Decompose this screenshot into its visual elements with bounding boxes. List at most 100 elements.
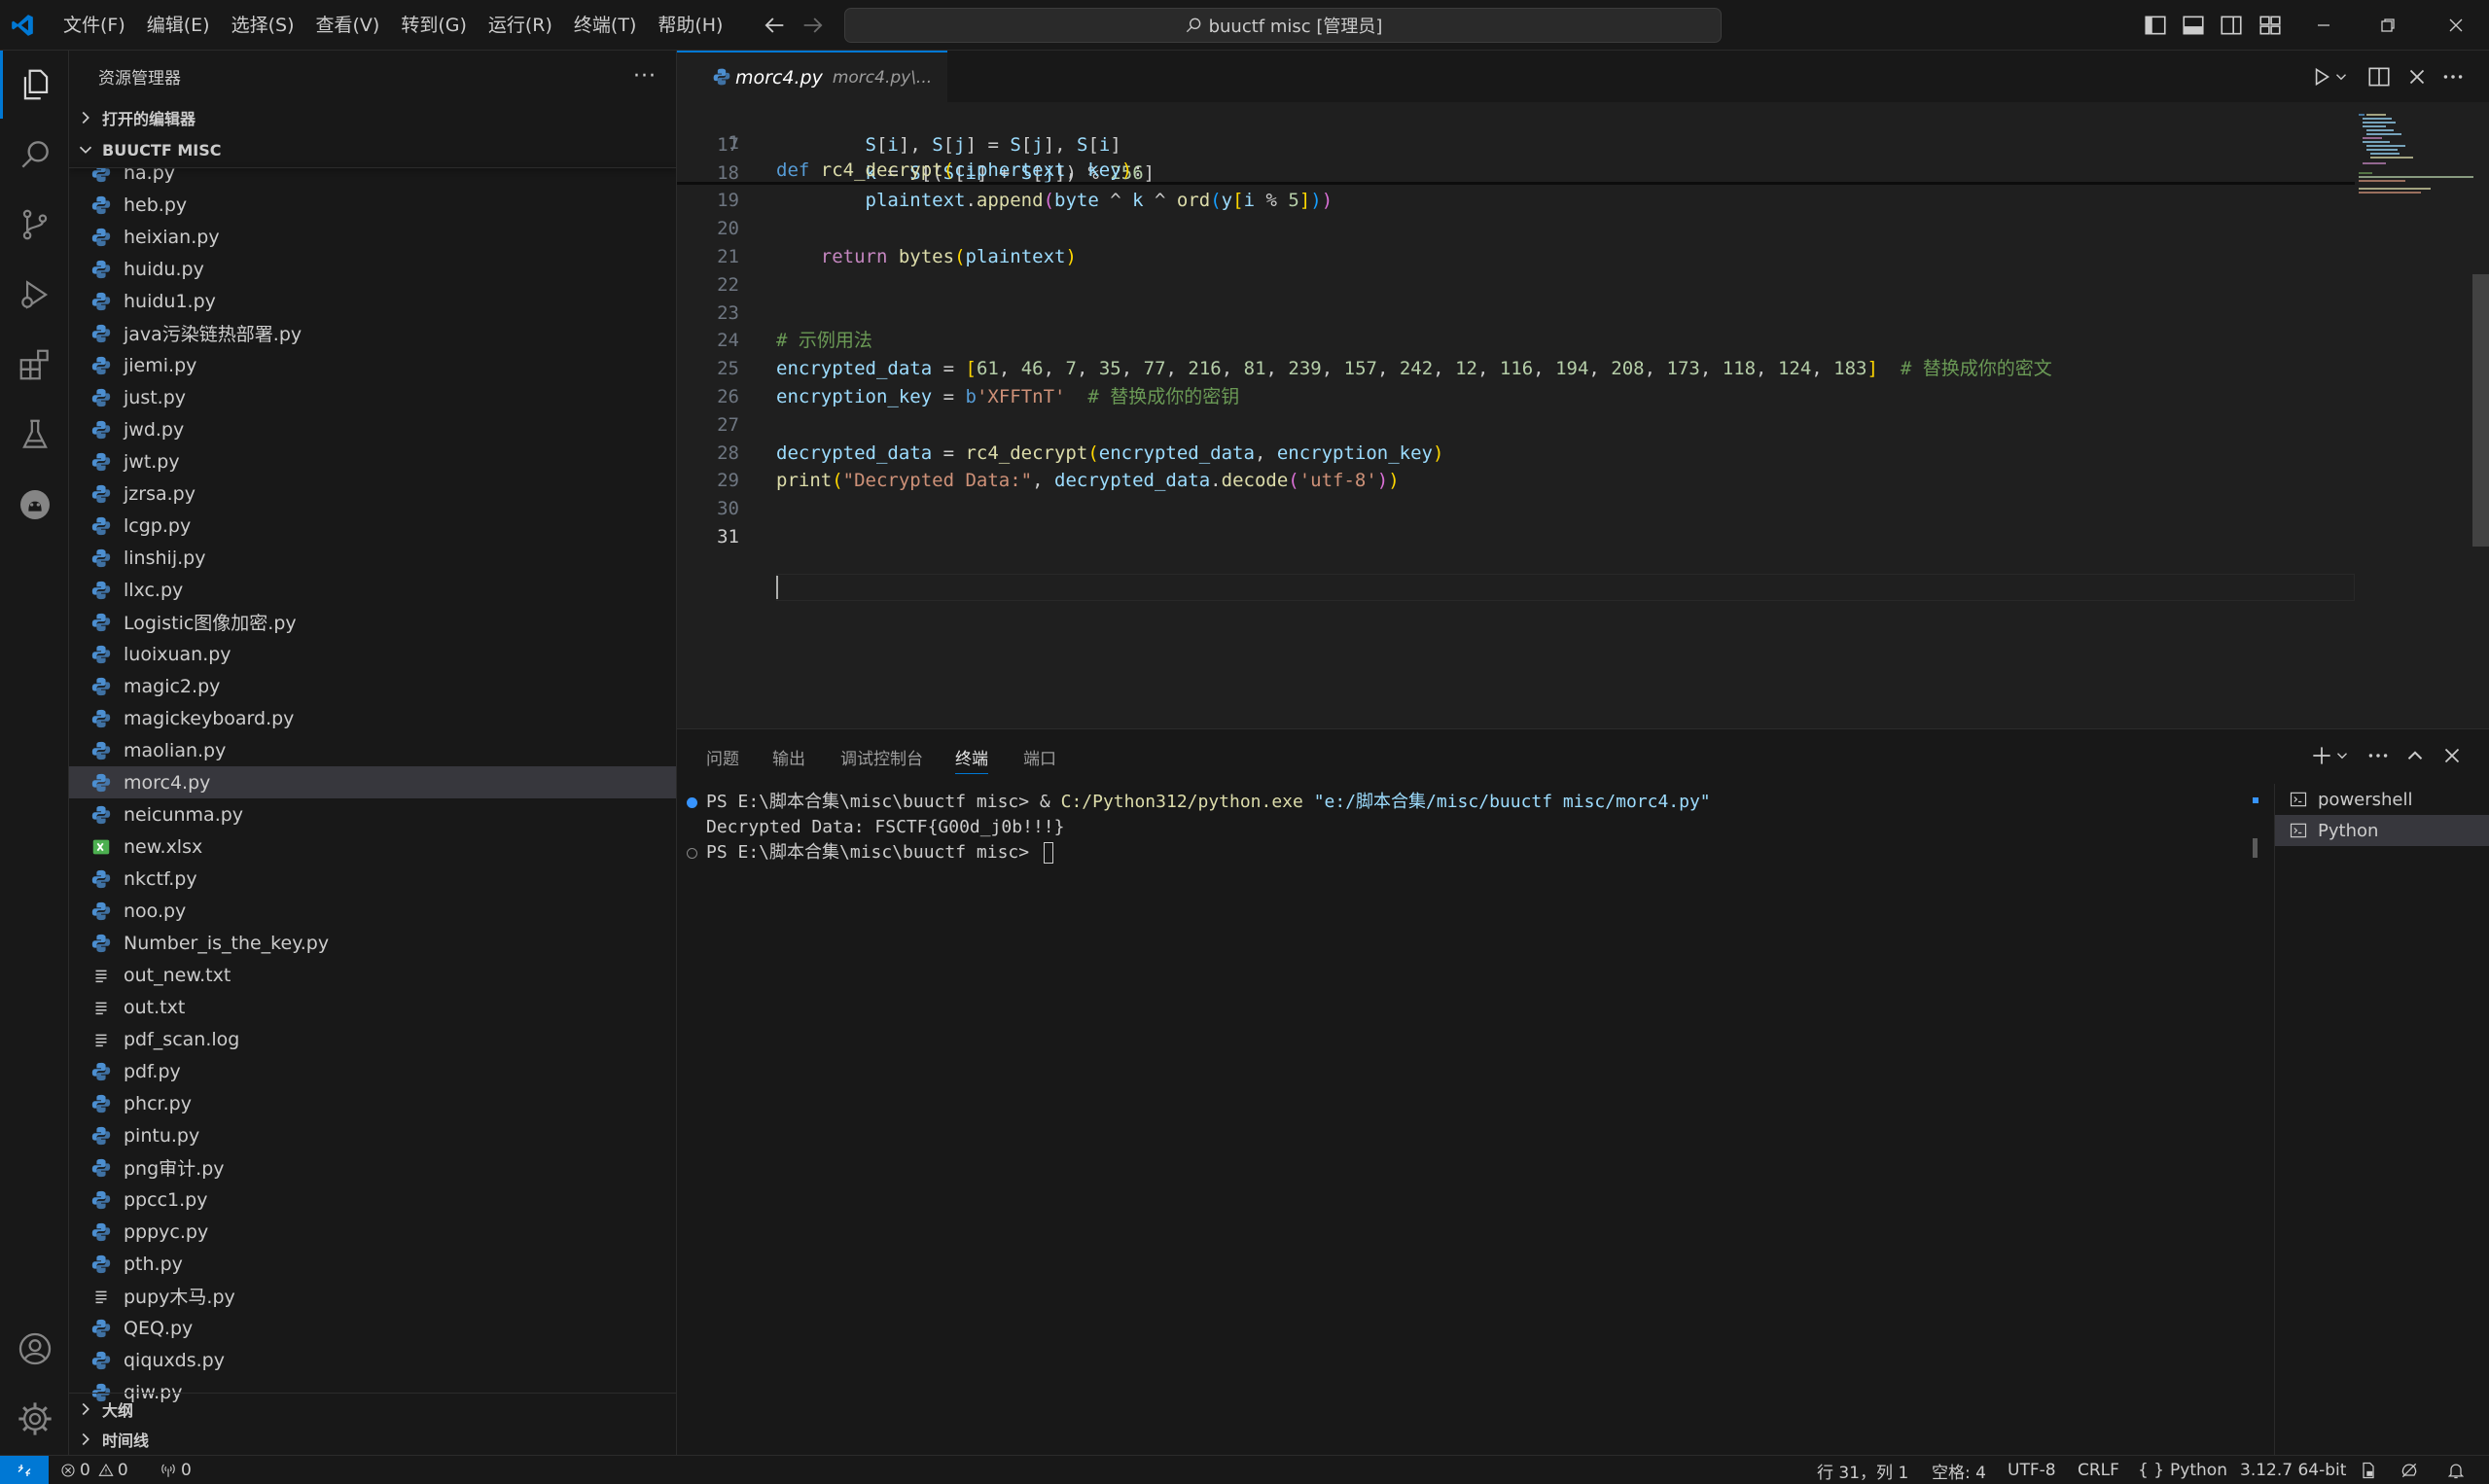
file-item[interactable]: ppcc1.py — [69, 1184, 676, 1216]
code-line[interactable]: 27 — [677, 411, 2355, 439]
sticky-scroll-line[interactable]: 1 def rc4_decrypt(ciphertext, key): — [677, 102, 2355, 181]
file-item[interactable]: heixian.py — [69, 221, 676, 253]
menu-file[interactable]: 文件(F) — [53, 9, 136, 42]
folder-section[interactable]: BUUCTF MISC — [69, 134, 676, 165]
extensions-button[interactable] — [0, 331, 69, 399]
restore-button[interactable] — [2358, 0, 2418, 51]
editor-scrollbar[interactable] — [2472, 274, 2489, 547]
accounts-button[interactable] — [0, 1315, 69, 1383]
menu-go[interactable]: 转到(G) — [390, 9, 478, 42]
file-item[interactable]: Logistic图像加密.py — [69, 606, 676, 638]
file-item[interactable]: linshij.py — [69, 542, 676, 574]
problems-status[interactable]: 0 0 — [60, 1456, 128, 1484]
file-item[interactable]: llxc.py — [69, 574, 676, 606]
tab-terminal[interactable]: 终端 — [955, 745, 988, 774]
more-actions-icon[interactable] — [2440, 64, 2466, 89]
timeline-section[interactable]: 时间线 — [69, 1424, 676, 1455]
arrow-right-icon[interactable] — [800, 12, 827, 39]
file-item[interactable]: phcr.py — [69, 1087, 676, 1119]
file-item[interactable]: heb.py — [69, 189, 676, 221]
menu-edit[interactable]: 编辑(E) — [136, 9, 221, 42]
remote-button[interactable] — [0, 1456, 49, 1484]
more-actions-icon[interactable]: ··· — [633, 64, 657, 88]
code-line[interactable]: 22 — [677, 271, 2355, 299]
code-line[interactable]: 25 encrypted_data = [61, 46, 7, 35, 77, 2… — [677, 355, 2355, 382]
file-item[interactable]: pupy木马.py — [69, 1280, 676, 1312]
file-item[interactable]: huidu1.py — [69, 285, 676, 317]
terminal-view[interactable]: PS E:\脚本合集\misc\buuctf misc> & C:/Python… — [677, 788, 2255, 1456]
menu-help[interactable]: 帮助(H) — [647, 9, 733, 42]
command-success-icon[interactable] — [687, 797, 697, 808]
split-editor-icon[interactable] — [2366, 64, 2392, 89]
file-item[interactable]: pdf.py — [69, 1055, 676, 1087]
arrow-left-icon[interactable] — [761, 12, 788, 39]
source-control-button[interactable] — [0, 191, 69, 259]
file-item[interactable]: jwd.py — [69, 413, 676, 445]
github-button[interactable] — [0, 471, 69, 539]
file-item[interactable]: new.xlsx — [69, 830, 676, 863]
code-line[interactable]: 19 plaintext.append(byte ^ k ^ ord(y[i %… — [677, 187, 2355, 214]
file-item[interactable]: just.py — [69, 381, 676, 413]
file-item[interactable]: maolian.py — [69, 734, 676, 766]
search-view-button[interactable] — [0, 121, 69, 189]
file-item[interactable]: pdf_scan.log — [69, 1023, 676, 1055]
manage-button[interactable] — [0, 1385, 69, 1453]
more-actions-icon[interactable] — [2365, 743, 2391, 768]
tab-debug-console[interactable]: 调试控制台 — [840, 745, 923, 774]
file-item[interactable]: Number_is_the_key.py — [69, 927, 676, 959]
command-pending-icon[interactable] — [687, 848, 697, 859]
file-item[interactable]: out.txt — [69, 991, 676, 1023]
file-item[interactable]: ha.py — [69, 167, 676, 189]
menu-run[interactable]: 运行(R) — [478, 9, 563, 42]
code-line[interactable]: 17 S[i], S[j] = S[j], S[i] — [677, 131, 2355, 159]
file-item[interactable]: QEQ.py — [69, 1312, 676, 1344]
file-item[interactable]: lcgp.py — [69, 510, 676, 542]
new-terminal-icon[interactable] — [2309, 743, 2334, 768]
maximize-panel-icon[interactable] — [2402, 743, 2428, 768]
run-python-file-icon[interactable] — [2309, 64, 2334, 89]
file-item[interactable]: pth.py — [69, 1248, 676, 1280]
tab-morc4[interactable]: morc4.py morc4.py\... — [677, 51, 947, 102]
file-item[interactable]: neicunma.py — [69, 798, 676, 830]
language-status[interactable]: { } Python — [2138, 1456, 2227, 1484]
file-item[interactable]: huidu.py — [69, 253, 676, 285]
chevron-down-icon[interactable] — [2332, 64, 2350, 89]
close-window-button[interactable] — [2426, 0, 2486, 51]
tab-ports[interactable]: 端口 — [1023, 745, 1056, 774]
run-debug-button[interactable] — [0, 261, 69, 329]
file-item[interactable]: out_new.txt — [69, 959, 676, 991]
tab-output[interactable]: 输出 — [772, 745, 805, 774]
editor-layout-status[interactable] — [2359, 1456, 2382, 1484]
terminal-scrollbar[interactable] — [2253, 838, 2258, 858]
close-icon[interactable] — [2404, 64, 2430, 89]
command-center-search[interactable]: buuctf misc [管理员] — [844, 8, 1722, 43]
eol-status[interactable]: CRLF — [2078, 1456, 2119, 1484]
menu-terminal[interactable]: 终端(T) — [563, 9, 647, 42]
outline-section[interactable]: 大纲 — [69, 1393, 676, 1424]
file-item[interactable]: magickeyboard.py — [69, 702, 676, 734]
file-item[interactable]: luoixuan.py — [69, 638, 676, 670]
customize-layout-icon[interactable] — [2258, 13, 2283, 38]
close-icon[interactable] — [2439, 743, 2465, 768]
code-line[interactable]: 26 encryption_key = b'XFFTnT' # 替换成你的密钥 — [677, 383, 2355, 410]
toggle-secondary-sidebar-icon[interactable] — [2219, 13, 2244, 38]
notifications-status[interactable] — [2446, 1456, 2470, 1484]
file-item[interactable]: png审计.py — [69, 1151, 676, 1184]
terminal-item-powershell[interactable]: powershell — [2275, 784, 2489, 815]
file-item[interactable]: java污染链热部署.py — [69, 317, 676, 349]
toggle-primary-sidebar-icon[interactable] — [2143, 13, 2168, 38]
file-item[interactable]: pppyc.py — [69, 1216, 676, 1248]
copilot-status[interactable] — [2400, 1456, 2423, 1484]
ports-status[interactable]: 0 — [160, 1456, 192, 1484]
file-item[interactable]: qiquxds.py — [69, 1344, 676, 1376]
code-editor[interactable]: 16 j = (j + S[i]) % 25617 S[i], S[j] = S… — [677, 102, 2355, 728]
file-item[interactable]: noo.py — [69, 895, 676, 927]
terminal-item-python[interactable]: Python — [2275, 815, 2489, 846]
file-item[interactable]: jzrsa.py — [69, 477, 676, 510]
minimap[interactable] — [2355, 102, 2476, 728]
code-line[interactable]: 24 # 示例用法 — [677, 327, 2355, 354]
encoding-status[interactable]: UTF-8 — [2008, 1456, 2056, 1484]
toggle-panel-icon[interactable] — [2181, 13, 2206, 38]
code-line[interactable]: 21 return bytes(plaintext) — [677, 243, 2355, 270]
code-line[interactable]: 30 — [677, 495, 2355, 522]
